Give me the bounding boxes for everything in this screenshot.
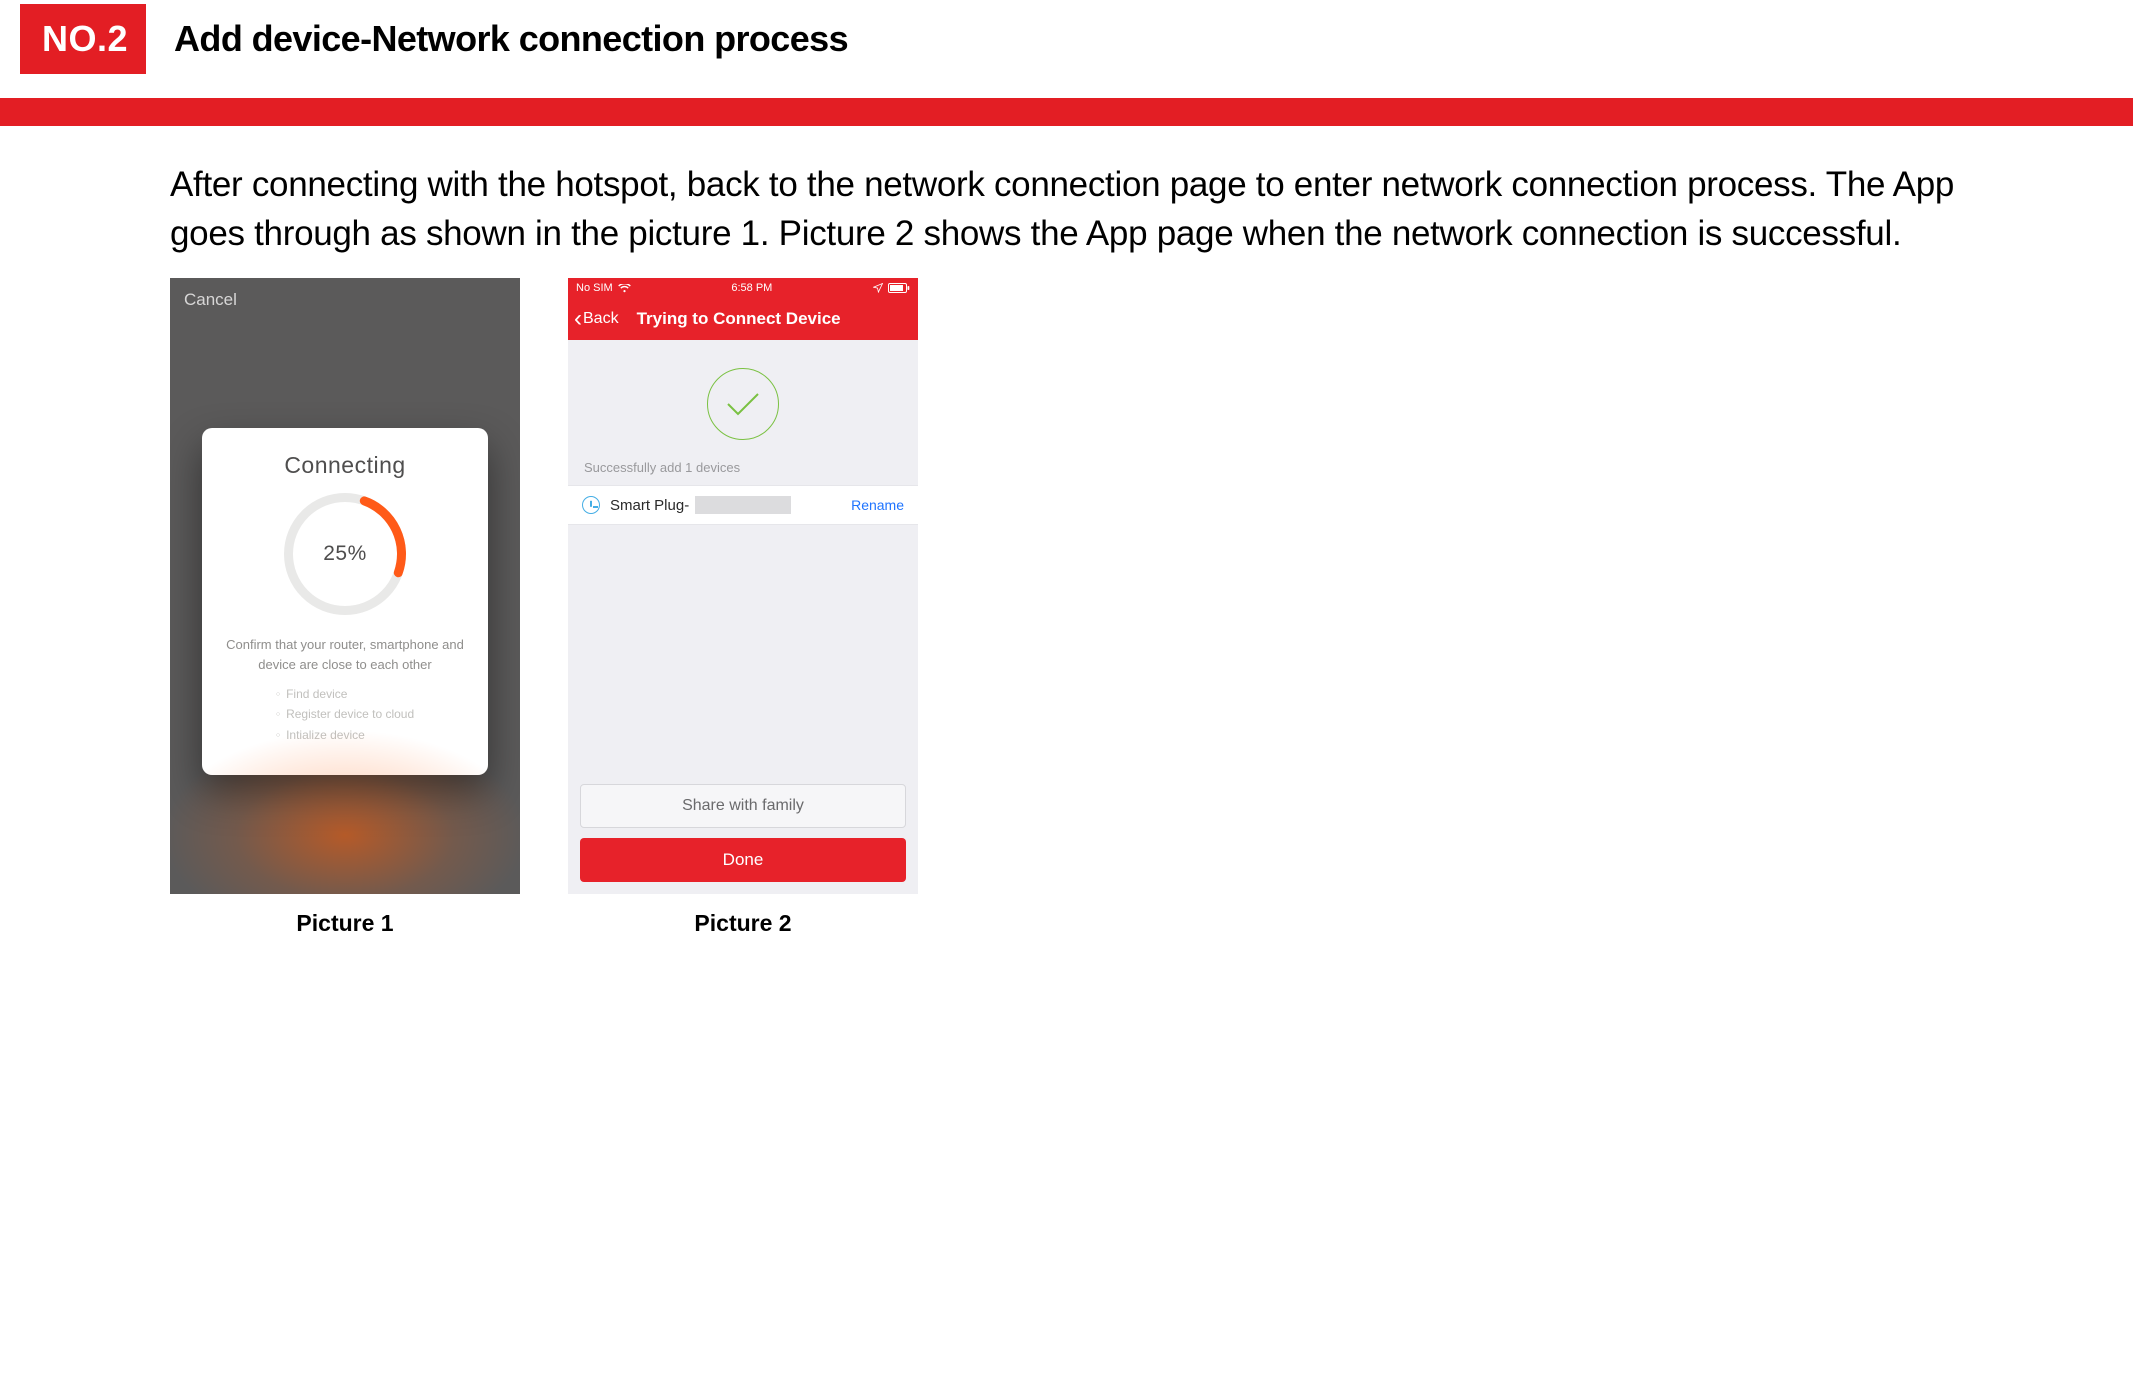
status-bar: No SIM 6:58 PM bbox=[568, 278, 918, 298]
step-register-cloud: Register device to cloud bbox=[286, 707, 414, 721]
picture-1-column: Cancel Connecting 25% Confirm that your … bbox=[170, 278, 520, 937]
success-check-icon bbox=[707, 368, 779, 440]
wifi-icon bbox=[618, 284, 631, 293]
step-bullet-icon bbox=[276, 728, 286, 742]
rename-button[interactable]: Rename bbox=[851, 497, 904, 513]
connecting-card: Connecting 25% Confirm that your router,… bbox=[202, 428, 488, 775]
phone-mock-2: No SIM 6:58 PM ‹ bbox=[568, 278, 918, 894]
page-header: NO.2 Add device-Network connection proce… bbox=[0, 4, 2133, 74]
step-bullet-icon bbox=[276, 687, 286, 701]
step-find-device: Find device bbox=[286, 687, 347, 701]
share-with-family-button[interactable]: Share with family bbox=[580, 784, 906, 828]
connecting-instruction: Confirm that your router, smartphone and… bbox=[220, 635, 470, 674]
body-paragraph: After connecting with the hotspot, back … bbox=[170, 160, 1970, 258]
cancel-button[interactable]: Cancel bbox=[184, 290, 237, 310]
step-bullet-icon bbox=[276, 707, 286, 721]
carrier-label: No SIM bbox=[576, 282, 613, 294]
step-initialize-device: Intialize device bbox=[286, 728, 365, 742]
pictures-row: Cancel Connecting 25% Confirm that your … bbox=[170, 278, 2133, 937]
picture-2-column: No SIM 6:58 PM ‹ bbox=[568, 278, 918, 937]
status-time: 6:58 PM bbox=[731, 282, 772, 294]
battery-icon bbox=[888, 283, 910, 293]
picture-2-caption: Picture 2 bbox=[694, 910, 791, 937]
progress-percent-label: 25% bbox=[284, 493, 406, 615]
chevron-left-icon: ‹ bbox=[574, 307, 582, 331]
nav-bar: ‹ Back Trying to Connect Device bbox=[568, 298, 918, 340]
phone2-content: Successfully add 1 devices Smart Plug- R… bbox=[568, 340, 918, 894]
device-icon bbox=[582, 496, 600, 514]
connecting-steps: Find device Register device to cloud Int… bbox=[220, 684, 470, 745]
location-icon bbox=[873, 283, 883, 293]
device-name: Smart Plug- bbox=[610, 497, 689, 514]
picture-1-caption: Picture 1 bbox=[296, 910, 393, 937]
divider-bar bbox=[0, 98, 2133, 126]
section-number-badge: NO.2 bbox=[20, 4, 146, 74]
nav-title: Trying to Connect Device bbox=[637, 309, 841, 329]
success-message: Successfully add 1 devices bbox=[584, 460, 918, 475]
done-button[interactable]: Done bbox=[580, 838, 906, 882]
connecting-title: Connecting bbox=[220, 452, 470, 479]
back-button[interactable]: ‹ Back bbox=[574, 307, 619, 331]
progress-ring: 25% bbox=[284, 493, 406, 615]
device-row[interactable]: Smart Plug- Rename bbox=[568, 485, 918, 525]
device-name-redacted bbox=[695, 496, 791, 514]
page-title: Add device-Network connection process bbox=[174, 18, 848, 60]
phone-mock-1: Cancel Connecting 25% Confirm that your … bbox=[170, 278, 520, 894]
back-label: Back bbox=[583, 310, 619, 328]
